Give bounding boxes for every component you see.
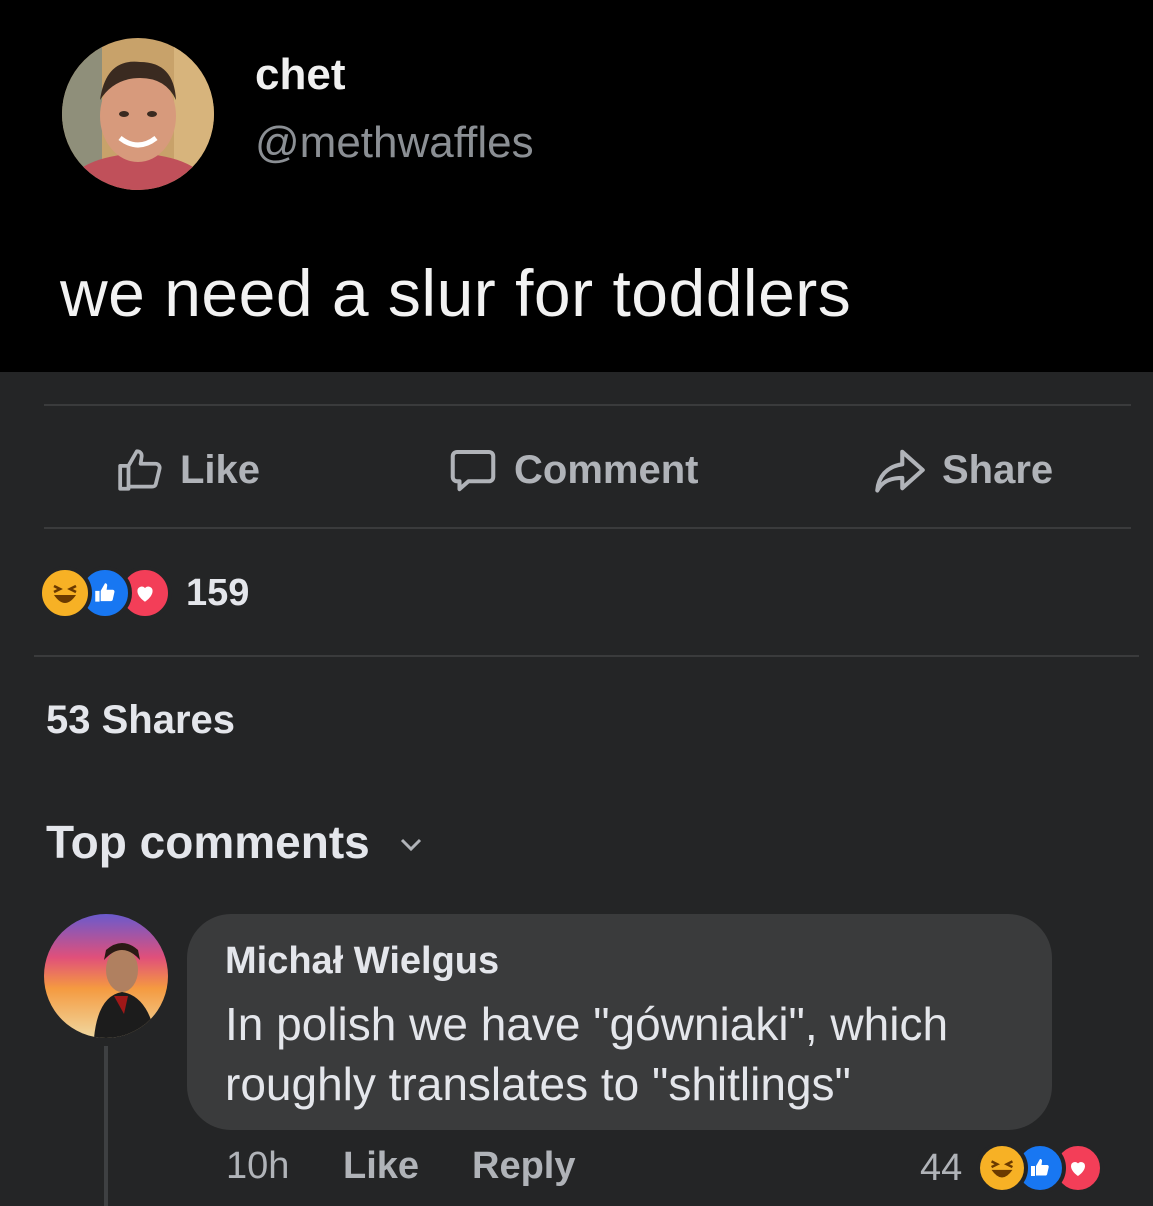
commenter-avatar[interactable] (44, 914, 168, 1038)
comment-button[interactable]: Comment (446, 440, 698, 500)
author-avatar[interactable] (62, 38, 214, 190)
like-button[interactable]: Like (116, 440, 260, 500)
comment-author[interactable]: Michał Wielgus (225, 940, 499, 983)
thread-line (104, 1046, 108, 1206)
comment-bubble: Michał Wielgus In polish we have "gównia… (187, 914, 1052, 1130)
divider (44, 404, 1131, 406)
comment-icon (450, 449, 496, 492)
comments-sort-dropdown[interactable]: Top comments (46, 815, 424, 869)
shares-count[interactable]: 53 Shares (46, 698, 235, 743)
comment-label: Comment (514, 447, 699, 492)
share-label: Share (942, 447, 1054, 492)
reactions-summary[interactable]: 159 (38, 565, 249, 621)
share-icon (875, 449, 925, 493)
reaction-count: 159 (186, 571, 250, 614)
comment-reply-button[interactable]: Reply (472, 1145, 575, 1188)
comment-timestamp[interactable]: 10h (226, 1145, 289, 1188)
chevron-down-icon (400, 838, 421, 852)
comment-like-button[interactable]: Like (343, 1145, 419, 1188)
comment-reaction-count: 44 (920, 1146, 963, 1189)
divider (34, 655, 1139, 657)
thumbs-up-icon (118, 449, 162, 491)
haha-icon (976, 1142, 1029, 1194)
haha-icon (38, 566, 92, 620)
tweet-card: chet @methwaffles we need a slur for tod… (0, 0, 1153, 372)
divider (44, 527, 1131, 529)
post-text: we need a slur for toddlers (60, 256, 852, 330)
comment-reactions[interactable]: 44 (920, 1140, 1105, 1196)
comment-text: In polish we have "gówniaki", which roug… (225, 998, 949, 1110)
comments-sort-label: Top comments (46, 816, 370, 868)
share-button[interactable]: Share (872, 440, 1053, 500)
author-name[interactable]: chet (255, 50, 345, 100)
like-label: Like (180, 447, 261, 492)
author-handle[interactable]: @methwaffles (255, 118, 534, 168)
